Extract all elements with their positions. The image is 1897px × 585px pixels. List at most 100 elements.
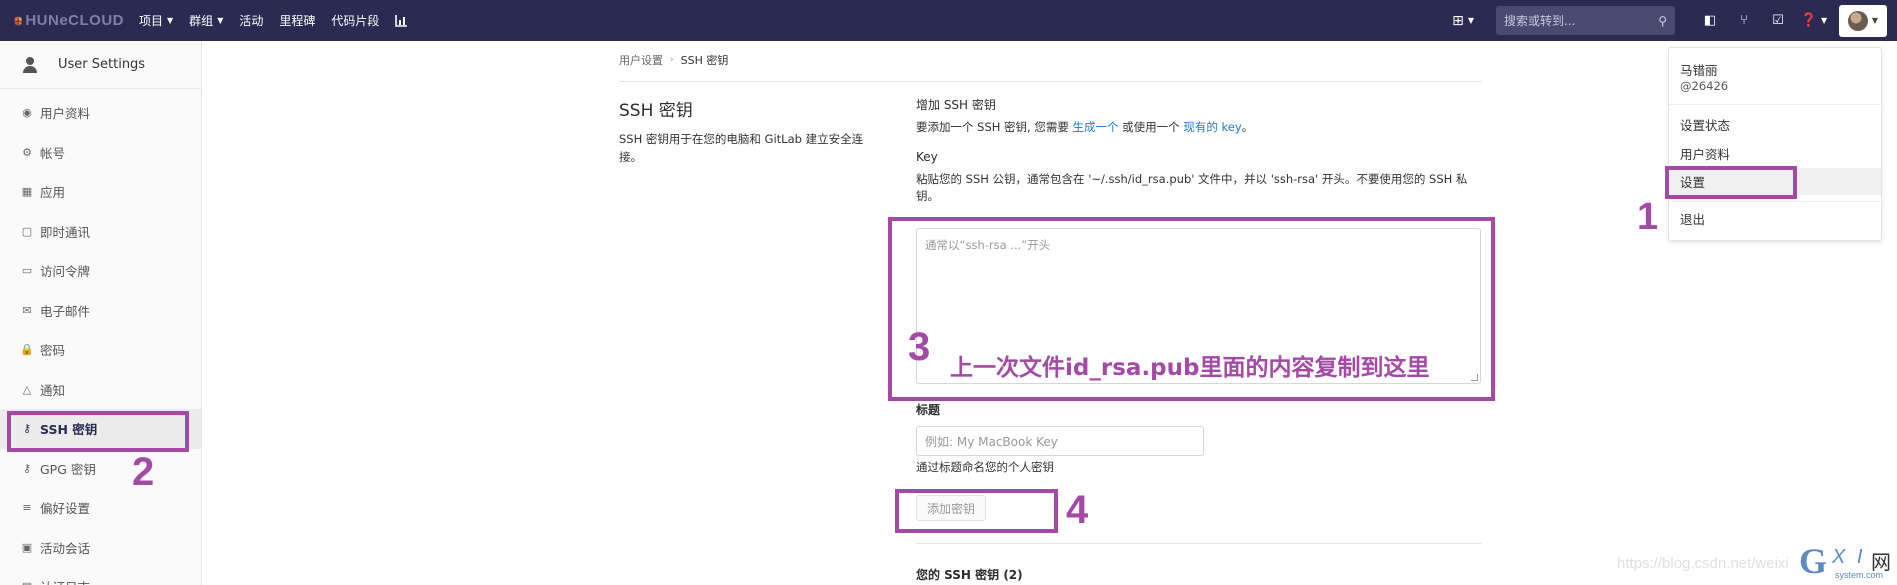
sidebar-title: User Settings <box>58 57 146 72</box>
sidebar-item-label: 用户资料 <box>40 106 91 122</box>
sidebar-item-label: 活动会话 <box>40 540 91 556</box>
plus-icon: ⊞ <box>1452 12 1464 29</box>
nav-activity[interactable]: 活动 <box>239 12 263 29</box>
sidebar-item[interactable]: ≡ 偏好设置 <box>0 488 201 528</box>
divider <box>1669 201 1881 202</box>
search-input[interactable]: 搜索或转到... ⚲ <box>1496 6 1675 35</box>
todo-icon[interactable]: ☑ <box>1761 13 1795 28</box>
sidebar-item[interactable]: ▣ 活动会话 <box>0 528 201 568</box>
menu-item-set-status[interactable]: 设置状态 <box>1669 111 1881 138</box>
breadcrumb: 用户设置 › SSH 密钥 <box>619 52 728 68</box>
form-section-title: 增加 SSH 密钥 <box>916 98 996 112</box>
breadcrumb-current: SSH 密钥 <box>680 54 729 67</box>
logo[interactable]: HUNeCLOUD <box>14 9 124 33</box>
search-placeholder: 搜索或转到... <box>1504 14 1576 28</box>
key-label: Key <box>916 150 938 164</box>
applications-icon: ▦ <box>21 185 33 199</box>
topbar-right: ⊞ ▼ 搜索或转到... ⚲ ◧ ⑂ ☑ ❓ ▼ ▼ <box>1452 0 1897 41</box>
new-dropdown-button[interactable]: ⊞ ▼ <box>1452 13 1474 29</box>
sidebar-item[interactable]: ⚷ GPG 密钥 <box>0 449 201 489</box>
logo-icon <box>14 15 22 26</box>
dropdown-user-name[interactable]: 马错丽 <box>1680 60 1718 79</box>
watermark-logo-g: G <box>1799 541 1828 581</box>
sidebar-item-label: 访问令牌 <box>40 264 91 280</box>
watermark-logo-xi: X I <box>1832 546 1866 568</box>
chat-icon: ▢ <box>21 224 33 238</box>
bell-icon: △ <box>22 382 32 396</box>
watermark-logo: G X I 网 system.com <box>1799 540 1897 585</box>
annotation-box-4 <box>895 489 1058 533</box>
generate-key-link[interactable]: 生成一个 <box>1073 120 1119 134</box>
sidebar-item[interactable]: ✉ 电子邮件 <box>0 291 201 331</box>
user-icon <box>22 56 38 73</box>
existing-key-link[interactable]: 现有的 key <box>1183 120 1241 134</box>
sidebar-item-label: GPG 密钥 <box>40 461 96 477</box>
annotation-text-3: 上一次文件id_rsa.pub里面的内容复制到这里 <box>950 355 1430 381</box>
chevron-down-icon: ▼ <box>1467 16 1474 25</box>
sidebar-item-label: 偏好设置 <box>40 501 91 517</box>
annotation-number-2: 2 <box>132 450 155 494</box>
preferences-icon: ≡ <box>22 501 32 515</box>
section-description: SSH 密钥 SSH 密钥用于在您的电脑和 GitLab 建立安全连接。 <box>619 96 881 166</box>
nav-snippets-label: 代码片段 <box>331 14 380 28</box>
sidebar-item[interactable]: ⚙ 帐号 <box>0 133 201 173</box>
form-intro: 要添加一个 SSH 密钥, 您需要 生成一个 或使用一个 现有的 key。 <box>916 119 1482 136</box>
sidebar-item-label: 认证日志 <box>40 577 90 585</box>
nav-snippets[interactable]: 代码片段 <box>331 12 379 29</box>
page-title: SSH 密钥 <box>619 101 693 121</box>
intro-text: 或使用一个 <box>1118 120 1184 134</box>
profile-icon: ◉ <box>22 106 32 120</box>
email-icon: ✉ <box>22 303 32 317</box>
nav-projects-label: 项目 <box>139 14 164 28</box>
annotation-box-1 <box>1665 166 1797 199</box>
chevron-down-icon: ▼ <box>1871 16 1879 25</box>
sidebar-item[interactable]: 🔒 密码 <box>0 330 201 370</box>
nav-projects[interactable]: 项目 ▼ <box>139 12 173 29</box>
chevron-down-icon: ▼ <box>217 16 224 25</box>
annotation-number-3: 3 <box>908 325 931 369</box>
dropdown-user-handle: @26426 <box>1680 79 1729 93</box>
settings-sidebar: User Settings ◉ 用户资料 ⚙ 帐号 ▦ 应用 ▢ 即时通讯 ▭ 访问令牌 ✉ 电子邮件… <box>0 41 202 585</box>
watermark-url: https://blog.csdn.net/weixi <box>1617 555 1789 572</box>
search-icon: ⚲ <box>1658 13 1667 28</box>
sidebar-item[interactable]: ◉ 用户资料 <box>0 93 201 133</box>
title-field[interactable]: 例如: My MacBook Key <box>916 426 1204 456</box>
chart-icon[interactable] <box>395 14 408 27</box>
breadcrumb-parent[interactable]: 用户设置 <box>619 52 663 68</box>
key-icon: ⚷ <box>22 461 32 475</box>
lock-icon: 🔒 <box>20 343 34 357</box>
sidebar-item-label: 电子邮件 <box>40 303 91 319</box>
sidebar-item[interactable]: △ 通知 <box>0 370 201 410</box>
page-description: SSH 密钥用于在您的电脑和 GitLab 建立安全连接。 <box>619 132 864 164</box>
watermark-logo-sub: system.com <box>1835 570 1884 580</box>
sidebar-icon[interactable]: ◧ <box>1693 13 1727 28</box>
main-nav: 项目 ▼ 群组 ▼ 活动 里程碑 代码片段 <box>139 12 424 29</box>
divider <box>916 543 1482 544</box>
sidebar-item[interactable]: ▤ 认证日志 <box>0 567 201 585</box>
chevron-down-icon: ▼ <box>1821 16 1828 25</box>
monitor-icon: ▣ <box>21 540 33 554</box>
sidebar-item[interactable]: ▦ 应用 <box>0 172 201 212</box>
your-keys-heading: 您的 SSH 密钥 (2) <box>916 568 1023 582</box>
menu-item-profile[interactable]: 用户资料 <box>1669 140 1881 167</box>
menu-item-sign-out[interactable]: 退出 <box>1669 205 1881 232</box>
nav-milestones[interactable]: 里程碑 <box>279 12 315 29</box>
nav-groups[interactable]: 群组 ▼ <box>189 12 223 29</box>
annotation-number-1: 1 <box>1637 196 1659 238</box>
nav-groups-label: 群组 <box>189 14 214 28</box>
sidebar-list: ◉ 用户资料 ⚙ 帐号 ▦ 应用 ▢ 即时通讯 ▭ 访问令牌 ✉ 电子邮件 🔒 密码 △ 通知 ⚷ SSH 密钥 ⚷… <box>0 89 201 585</box>
help-button[interactable]: ❓ ▼ <box>1795 13 1833 28</box>
divider <box>619 81 1482 82</box>
sidebar-item[interactable]: ▭ 访问令牌 <box>0 251 201 291</box>
sidebar-item[interactable]: ▢ 即时通讯 <box>0 212 201 252</box>
user-menu-button[interactable]: ▼ <box>1839 4 1887 37</box>
sidebar-item-label: 应用 <box>40 185 66 201</box>
log-icon: ▤ <box>20 580 34 585</box>
title-help: 通过标题命名您的个人密钥 <box>916 460 1054 474</box>
help-icon: ❓ <box>1800 13 1818 28</box>
sidebar-item-label: 密码 <box>40 343 66 359</box>
sidebar-header[interactable]: User Settings <box>0 41 201 89</box>
annotation-number-4: 4 <box>1066 488 1089 532</box>
merge-request-icon[interactable]: ⑂ <box>1727 13 1761 28</box>
chevron-down-icon: ▼ <box>167 16 174 25</box>
